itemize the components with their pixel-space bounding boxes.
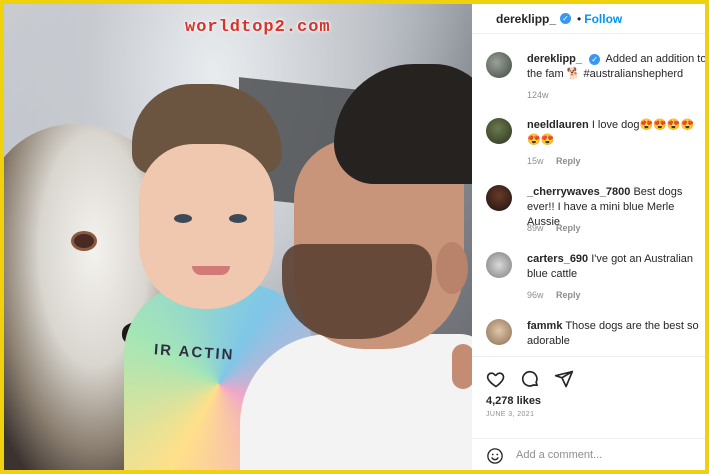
- post-header: dereklipp_ ✓ • Follow: [472, 4, 705, 34]
- comment-item: neeldlauren I love dog😍😍😍😍😍😍 15w Reply: [486, 118, 701, 168]
- comment-time: 89w: [527, 223, 544, 233]
- reply-button[interactable]: Reply: [556, 290, 581, 300]
- share-icon[interactable]: [554, 369, 574, 394]
- man-ear: [436, 242, 468, 294]
- comment-item: fammk Those dogs are the best so adorabl…: [486, 319, 701, 354]
- post-actions: 4,278 likes JUNE 3, 2021: [472, 356, 705, 441]
- comments-list[interactable]: dereklipp_ ✓ Added an addition to the fa…: [472, 46, 705, 354]
- watermark: worldtop2.com: [185, 18, 331, 37]
- header-username[interactable]: dereklipp_: [496, 12, 556, 26]
- avatar[interactable]: [486, 185, 512, 211]
- comment-username[interactable]: _cherrywaves_7800: [527, 186, 630, 198]
- boy-hand: [452, 344, 472, 389]
- emoji-icon[interactable]: [486, 447, 504, 470]
- comment-time: 96w: [527, 290, 544, 300]
- caption-time: 124w: [527, 90, 549, 100]
- man-shirt: [240, 334, 472, 470]
- post-sidebar: dereklipp_ ✓ • Follow dereklipp_ ✓ Added…: [472, 4, 705, 470]
- caption: dereklipp_ ✓ Added an addition to the fa…: [486, 52, 705, 102]
- comment-username[interactable]: neeldlauren: [527, 119, 589, 131]
- comment-username[interactable]: fammk: [527, 320, 562, 332]
- dog-eye: [74, 234, 94, 248]
- comment-icon[interactable]: [520, 369, 540, 394]
- verified-icon: ✓: [589, 54, 601, 65]
- reply-button[interactable]: Reply: [556, 223, 581, 233]
- avatar[interactable]: [486, 118, 512, 144]
- comment-username[interactable]: carters_690: [527, 253, 588, 265]
- avatar[interactable]: [486, 52, 512, 78]
- post-photo[interactable]: IR ACTIN worldtop2.com: [4, 4, 472, 470]
- boy-face: [139, 144, 274, 309]
- boy-eye: [229, 214, 247, 223]
- comment-time: 15w: [527, 156, 544, 166]
- reply-button[interactable]: Reply: [556, 156, 581, 166]
- boy-eye: [174, 214, 192, 223]
- comment-input[interactable]: [516, 447, 686, 463]
- follow-button[interactable]: Follow: [584, 12, 622, 26]
- add-comment-bar: [472, 438, 705, 470]
- comment-item: carters_690 I've got an Australian blue …: [486, 252, 701, 302]
- separator-dot: •: [577, 11, 582, 26]
- heart-icon[interactable]: [486, 369, 506, 394]
- caption-username[interactable]: dereklipp_: [527, 53, 582, 65]
- post-date: JUNE 3, 2021: [486, 411, 535, 418]
- comment-item: _cherrywaves_7800 Best dogs ever!! I hav…: [486, 185, 701, 235]
- verified-icon: ✓: [560, 13, 572, 24]
- likes-count[interactable]: 4,278 likes: [486, 395, 541, 407]
- boy-mouth: [192, 266, 230, 275]
- avatar[interactable]: [486, 319, 512, 345]
- avatar[interactable]: [486, 252, 512, 278]
